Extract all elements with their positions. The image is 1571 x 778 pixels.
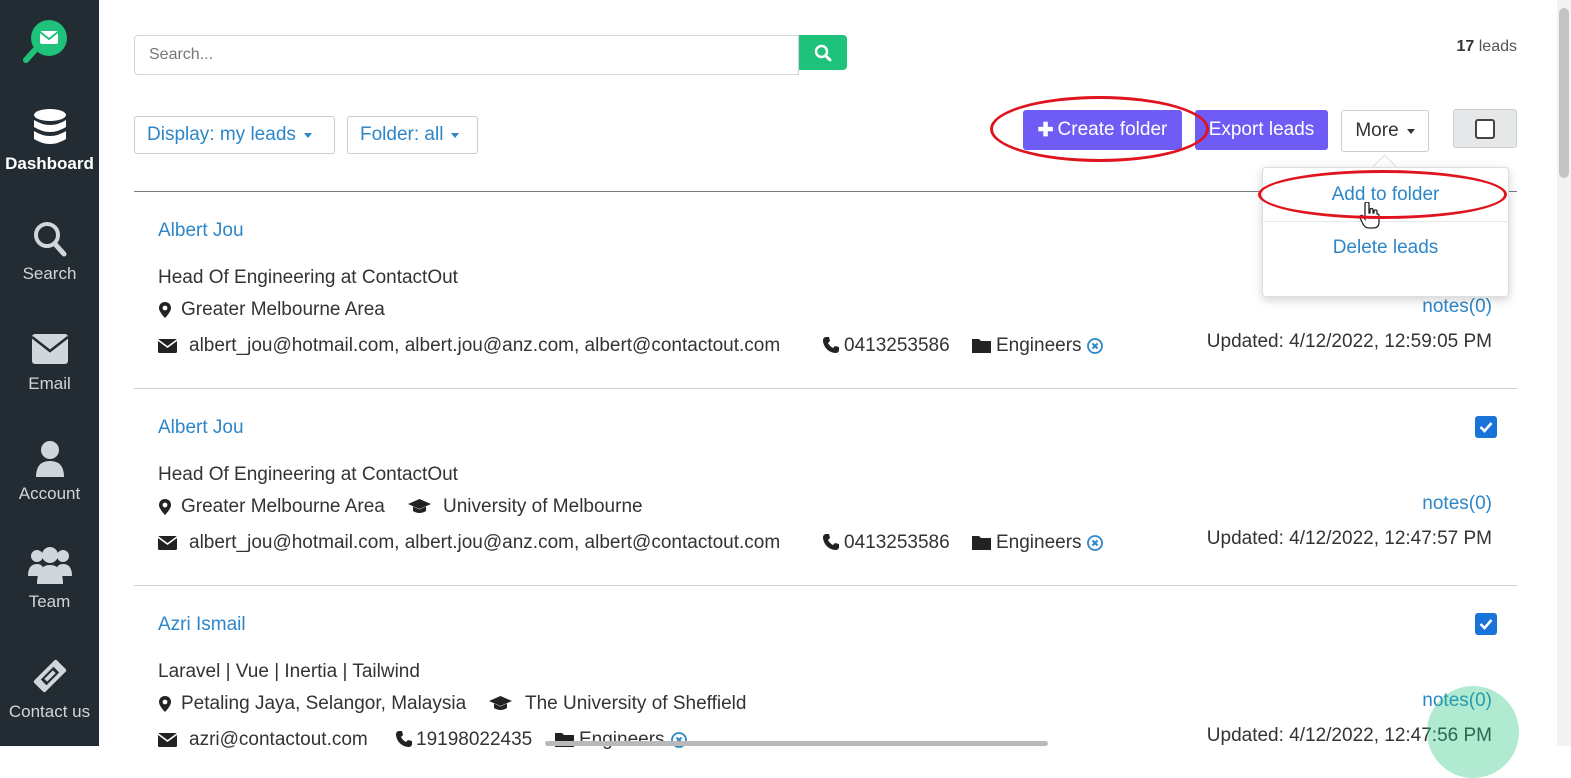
select-all-button[interactable] xyxy=(1453,109,1517,148)
lead-name[interactable]: Azri Ismail xyxy=(158,614,246,636)
horizontal-scrollbar[interactable] xyxy=(545,741,1048,746)
more-dropdown-button[interactable]: More xyxy=(1341,110,1429,152)
lead-education: University of Melbourne xyxy=(443,496,643,517)
search-input[interactable] xyxy=(135,36,798,74)
lead-emails[interactable]: azri@contactout.com xyxy=(189,729,368,751)
caret-down-icon xyxy=(451,132,460,138)
folder-filter-dropdown[interactable]: Folder: all xyxy=(347,116,478,154)
database-icon xyxy=(33,109,66,144)
lead-folder: Engineers xyxy=(996,532,1082,553)
scrollbar-thumb[interactable] xyxy=(1559,8,1569,178)
display-filter-label: Display: my leads xyxy=(147,124,296,145)
lead-count-suffix: leads xyxy=(1474,38,1517,55)
lead-name[interactable]: Albert Jou xyxy=(158,417,244,439)
map-marker-icon xyxy=(159,302,171,318)
graduation-cap-icon xyxy=(408,499,431,513)
lead-phone: 0413253586 xyxy=(844,532,950,553)
sidebar-item-dashboard[interactable]: Dashboard xyxy=(0,108,99,174)
lead-updated: Updated: 4/12/2022, 12:47:57 PM xyxy=(1206,528,1492,549)
envelope-icon xyxy=(158,536,177,550)
phone-icon xyxy=(823,337,839,353)
lead-notes-link[interactable]: notes(0) xyxy=(1422,296,1492,318)
sidebar-item-label: Search xyxy=(22,264,77,283)
more-label: More xyxy=(1355,120,1399,141)
sidebar-item-label: Team xyxy=(28,592,71,611)
lead-checkbox[interactable] xyxy=(1475,416,1497,438)
lead-title: Head Of Engineering at ContactOut xyxy=(158,267,458,288)
create-folder-button[interactable]: ✚ Create folder xyxy=(1023,110,1182,150)
sidebar-item-label: Dashboard xyxy=(5,154,94,173)
folder-filter-label: Folder: all xyxy=(360,124,444,145)
search-box xyxy=(134,35,799,75)
export-leads-label: Export leads xyxy=(1208,119,1315,140)
sidebar-item-label: Contact us xyxy=(8,702,91,721)
envelope-icon xyxy=(158,733,177,747)
phone-icon xyxy=(823,534,839,550)
sidebar-item-search[interactable]: Search xyxy=(0,220,99,284)
folder-icon xyxy=(972,339,991,353)
lead-emails[interactable]: albert_jou@hotmail.com, albert.jou@anz.c… xyxy=(189,532,780,554)
menu-divider xyxy=(1263,221,1508,222)
check-icon xyxy=(1479,422,1493,433)
lead-location: Greater Melbourne Area xyxy=(181,496,385,517)
search-icon xyxy=(814,44,832,61)
lead-location: Petaling Jaya, Selangor, Malaysia xyxy=(181,693,467,714)
sidebar-item-label: Account xyxy=(18,484,81,503)
map-marker-icon xyxy=(159,696,171,712)
lead-count-number: 17 xyxy=(1456,38,1475,55)
lead-folder: Engineers xyxy=(996,335,1082,356)
display-filter-dropdown[interactable]: Display: my leads xyxy=(134,116,335,154)
users-icon xyxy=(27,547,72,584)
sidebar-item-email[interactable]: Email xyxy=(0,332,99,394)
divider xyxy=(134,388,1517,389)
graduation-cap-icon xyxy=(489,696,512,710)
envelope-icon xyxy=(158,339,177,353)
plus-icon: ✚ xyxy=(1037,119,1054,141)
create-folder-label: Create folder xyxy=(1057,119,1168,140)
lead-checkbox[interactable] xyxy=(1475,613,1497,635)
sidebar: Dashboard Search Email Account Team Cont… xyxy=(0,0,99,746)
lead-count: 17 leads xyxy=(1457,38,1518,56)
vertical-scrollbar[interactable] xyxy=(1557,0,1571,746)
add-to-folder-menu-item[interactable]: Add to folder xyxy=(1263,184,1508,206)
lead-emails[interactable]: albert_jou@hotmail.com, albert.jou@anz.c… xyxy=(189,335,780,357)
hand-cursor-icon xyxy=(1359,202,1380,229)
map-marker-icon xyxy=(159,499,171,515)
sidebar-item-team[interactable]: Team xyxy=(0,546,99,612)
lead-phone: 0413253586 xyxy=(844,335,950,356)
logo-icon[interactable] xyxy=(22,16,72,66)
more-dropdown-menu: Add to folder Delete leads xyxy=(1262,167,1509,297)
lead-education: The University of Sheffield xyxy=(525,693,747,714)
lead-folder: Engineers xyxy=(579,729,665,750)
divider xyxy=(134,585,1517,586)
ticket-icon xyxy=(33,659,66,693)
user-icon xyxy=(35,441,64,477)
lead-title: Head Of Engineering at ContactOut xyxy=(158,464,458,485)
sidebar-item-account[interactable]: Account xyxy=(0,440,99,504)
search-button[interactable] xyxy=(799,35,847,70)
envelope-icon xyxy=(30,334,69,364)
lead-phone: 19198022435 xyxy=(416,729,533,750)
lead-title: Laravel | Vue | Inertia | Tailwind xyxy=(158,661,420,682)
lead-updated: Updated: 4/12/2022, 12:59:05 PM xyxy=(1206,331,1492,352)
folder-icon xyxy=(972,536,991,550)
caret-down-icon xyxy=(1406,128,1415,134)
export-leads-button[interactable]: Export leads xyxy=(1195,110,1328,150)
search-icon xyxy=(33,222,66,257)
sidebar-item-contact-us[interactable]: Contact us xyxy=(0,656,99,722)
delete-leads-menu-item[interactable]: Delete leads xyxy=(1263,237,1508,259)
lead-location: Greater Melbourne Area xyxy=(181,299,385,320)
lead-name[interactable]: Albert Jou xyxy=(158,220,244,242)
sidebar-item-label: Email xyxy=(28,374,71,393)
remove-folder-icon[interactable] xyxy=(1087,535,1103,551)
select-all-checkbox[interactable] xyxy=(1475,118,1495,139)
check-icon xyxy=(1479,619,1493,630)
caret-down-icon xyxy=(303,132,312,138)
lead-notes-link[interactable]: notes(0) xyxy=(1422,493,1492,515)
remove-folder-icon[interactable] xyxy=(1087,338,1103,354)
phone-icon xyxy=(396,731,412,747)
chat-widget-button[interactable] xyxy=(1427,686,1519,778)
